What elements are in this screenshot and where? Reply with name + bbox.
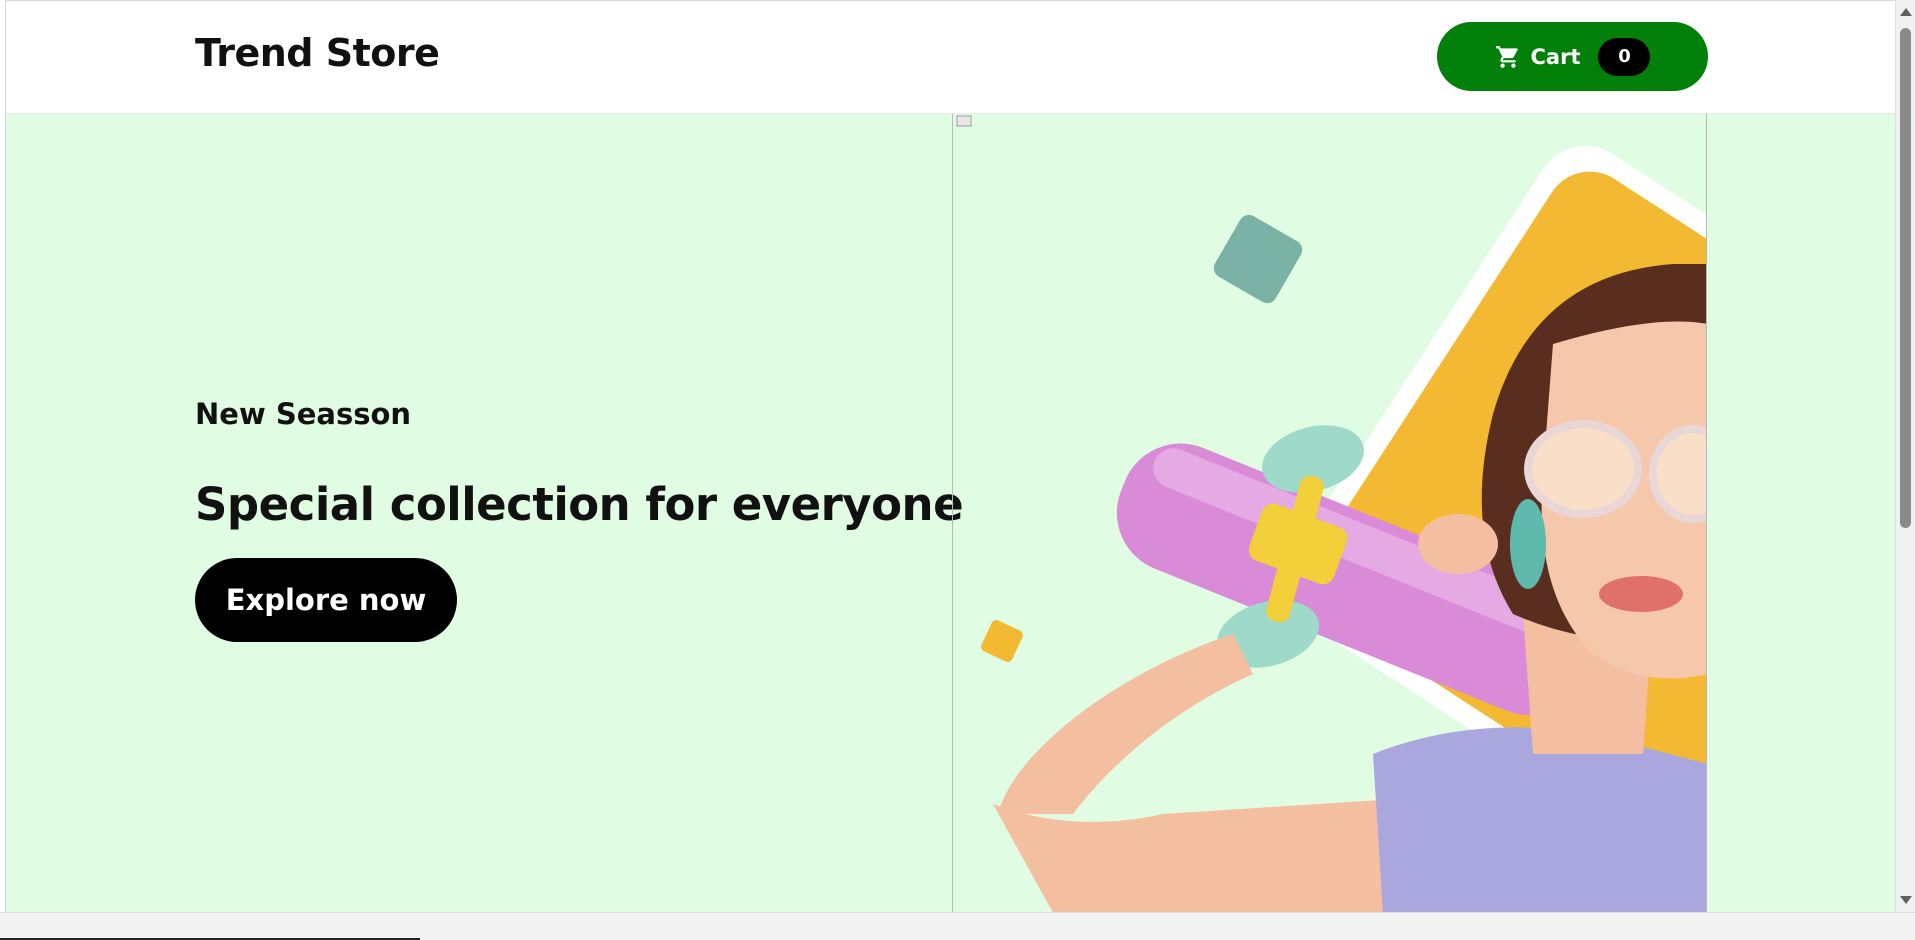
scroll-up-arrow-icon[interactable]	[1900, 8, 1912, 16]
cart-count-badge: 0	[1598, 37, 1651, 76]
cart-button[interactable]: Cart 0	[1437, 22, 1708, 91]
browser-viewport: Trend Store Cart 0 New Seasson Special c…	[0, 0, 1915, 940]
page: Trend Store Cart 0 New Seasson Special c…	[5, 0, 1896, 913]
hero-illustration	[956, 115, 1706, 912]
cart-label: Cart	[1530, 44, 1581, 69]
scroll-thumb[interactable]	[1900, 28, 1911, 528]
hero-subtitle: New Seasson	[195, 397, 412, 431]
vertical-scrollbar[interactable]	[1895, 0, 1915, 912]
shopping-cart-icon	[1495, 44, 1521, 70]
hero-title: Special collection for everyone	[195, 478, 964, 531]
bottom-frame	[0, 912, 1915, 940]
scroll-down-arrow-icon[interactable]	[1900, 896, 1912, 904]
hero-banner: New Seasson Special collection for every…	[6, 114, 1896, 913]
brand-logo[interactable]: Trend Store	[195, 31, 440, 75]
hero-image	[952, 114, 1707, 913]
explore-now-button[interactable]: Explore now	[195, 558, 457, 642]
site-header: Trend Store Cart 0	[6, 1, 1896, 114]
